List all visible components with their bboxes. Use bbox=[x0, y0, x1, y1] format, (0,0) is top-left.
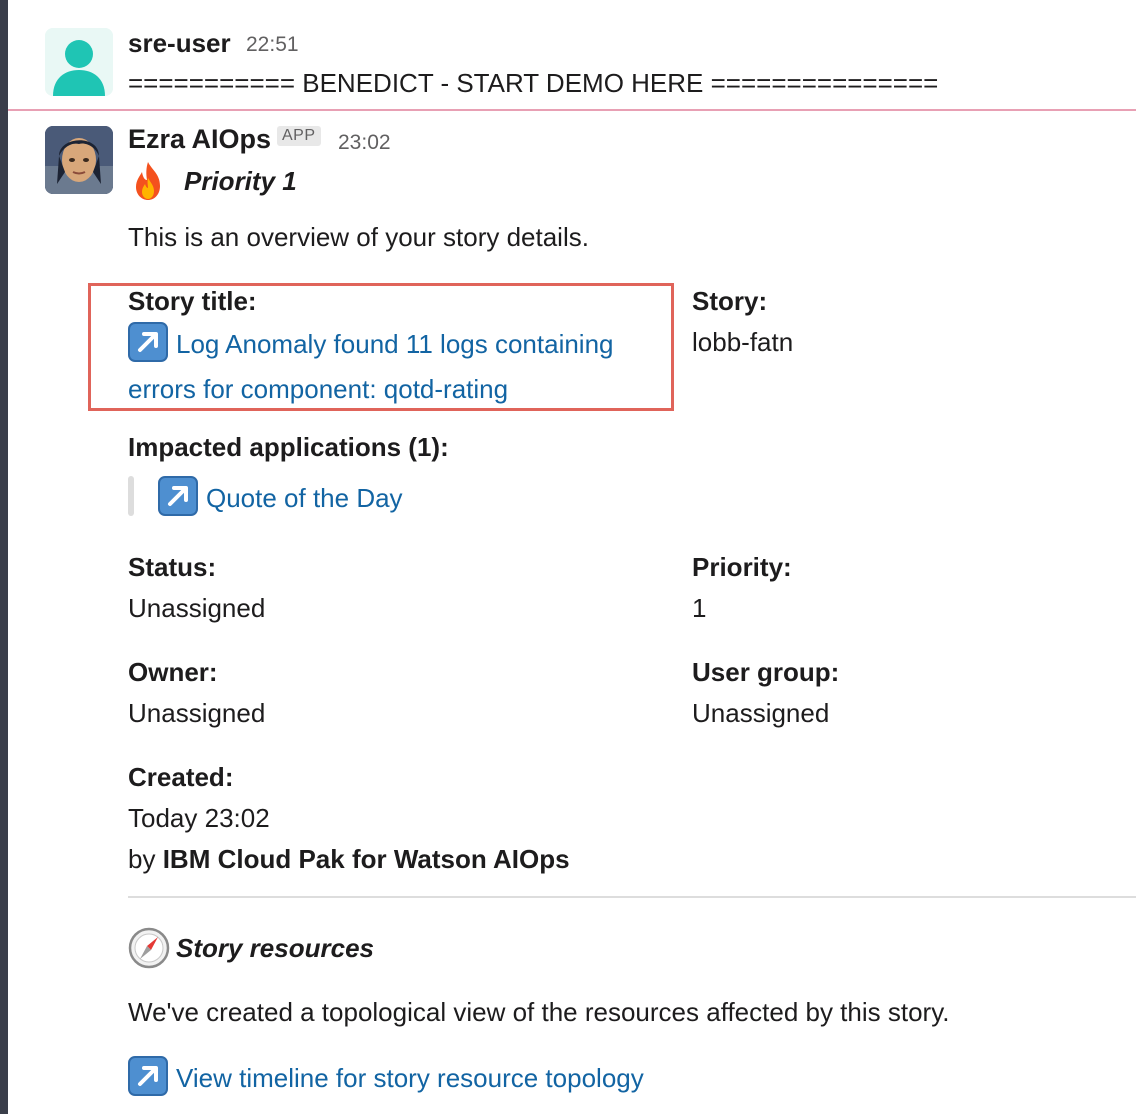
impacted-apps-label: Impacted applications (1): bbox=[128, 432, 449, 462]
section-divider bbox=[128, 896, 1136, 898]
story-title-label: Story title: bbox=[128, 286, 257, 316]
timeline-link[interactable]: View timeline for story resource topolog… bbox=[176, 1063, 644, 1093]
owner-value: Unassigned bbox=[128, 698, 266, 728]
timeline-link-container[interactable]: View timeline for story resource topolog… bbox=[128, 1056, 644, 1096]
compass-icon bbox=[128, 927, 170, 969]
message-author[interactable]: sre-user bbox=[128, 28, 231, 59]
new-messages-divider bbox=[8, 109, 1136, 111]
user-group-label: User group: bbox=[692, 657, 840, 687]
quote-bar bbox=[128, 476, 134, 516]
ezra-avatar[interactable] bbox=[45, 126, 113, 194]
message-timestamp[interactable]: 22:51 bbox=[246, 33, 299, 57]
impacted-app-link[interactable]: Quote of the Day bbox=[206, 483, 403, 513]
bot-avatar-icon bbox=[45, 126, 113, 194]
owner-label: Owner: bbox=[128, 657, 218, 687]
priority-value: 1 bbox=[692, 593, 707, 623]
external-link-arrow-icon bbox=[128, 322, 168, 362]
slack-channel-view: sre-user 22:51 =========== BENEDICT - ST… bbox=[0, 0, 1136, 1114]
created-by: by IBM Cloud Pak for Watson AIOps bbox=[128, 844, 570, 875]
created-by-prefix: by bbox=[128, 844, 156, 874]
story-title-link-container[interactable]: Log Anomaly found 11 logs containing err… bbox=[128, 322, 668, 414]
impacted-app-link-container[interactable]: Quote of the Day bbox=[158, 476, 403, 516]
created-by-name: IBM Cloud Pak for Watson AIOps bbox=[162, 844, 570, 874]
user-group-value: Unassigned bbox=[692, 698, 830, 728]
created-value: Today 23:02 bbox=[128, 803, 270, 833]
story-label: Story: bbox=[692, 286, 768, 316]
story-value: lobb-fatn bbox=[692, 327, 794, 357]
fire-icon bbox=[136, 162, 160, 200]
created-label: Created: bbox=[128, 762, 234, 792]
sidebar-edge bbox=[0, 0, 8, 1114]
app-badge: APP bbox=[277, 126, 321, 146]
message-timestamp[interactable]: 23:02 bbox=[338, 131, 391, 155]
story-resources-heading: Story resources bbox=[176, 933, 374, 963]
message-author[interactable]: Ezra AIOps bbox=[128, 124, 271, 155]
priority-heading: Priority 1 bbox=[184, 166, 297, 196]
status-value: Unassigned bbox=[128, 593, 266, 623]
external-link-arrow-icon bbox=[158, 476, 198, 516]
story-resources-text: We've created a topological view of the … bbox=[128, 997, 950, 1027]
sre-user-avatar[interactable] bbox=[45, 28, 113, 96]
priority-label: Priority: bbox=[692, 552, 792, 582]
overview-text: This is an overview of your story detail… bbox=[128, 222, 589, 252]
message-text: =========== BENEDICT - START DEMO HERE =… bbox=[128, 68, 939, 98]
person-avatar-icon bbox=[45, 28, 113, 96]
story-title-link[interactable]: Log Anomaly found 11 logs containing err… bbox=[128, 329, 614, 404]
external-link-arrow-icon bbox=[128, 1056, 168, 1096]
status-label: Status: bbox=[128, 552, 217, 582]
